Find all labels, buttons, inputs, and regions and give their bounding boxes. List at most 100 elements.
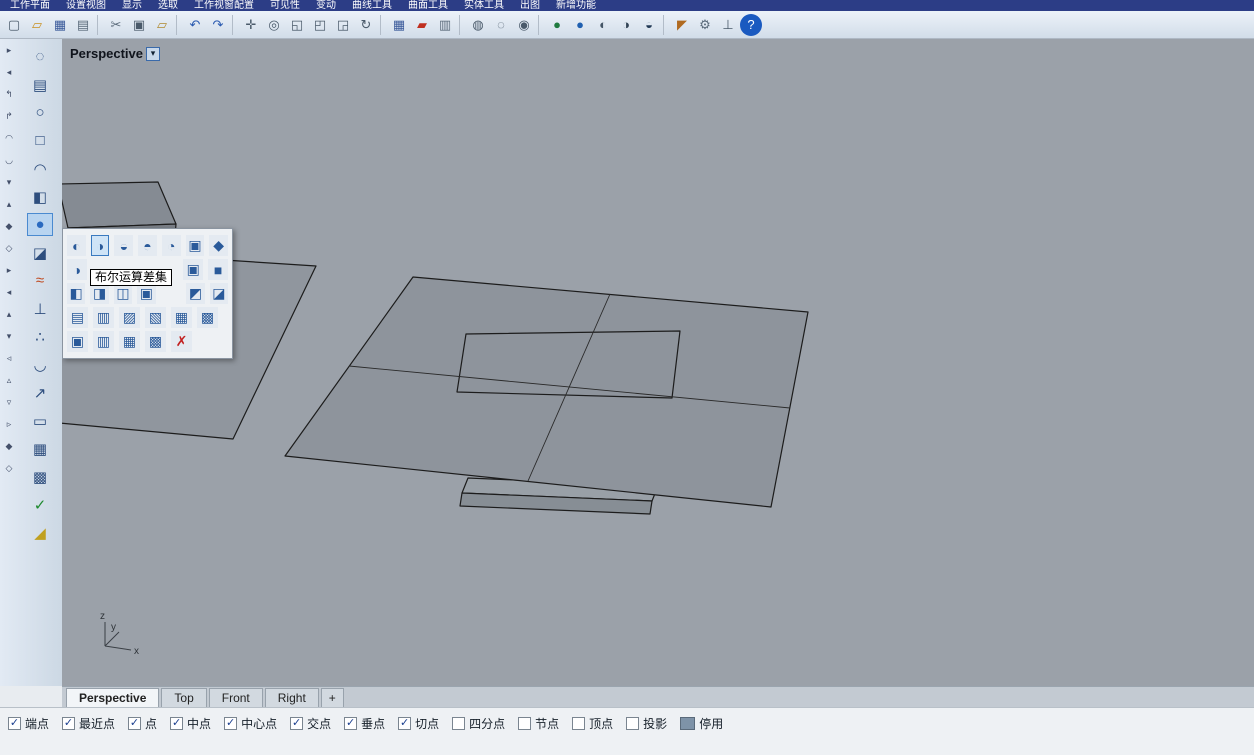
extract-face-icon[interactable]: ◪ [210,283,228,304]
mini-tool-icon[interactable]: ▸ [2,264,16,277]
rectangle-tool-icon[interactable]: □ [27,129,53,152]
mini-tool-icon[interactable]: ↰ [2,88,16,101]
viewport-tab-front[interactable]: Front [209,688,263,707]
solid-tool-icon[interactable]: ● [27,213,53,236]
plane-tool-icon[interactable]: ◪ [27,241,53,264]
hide-object-icon[interactable]: ◌ [490,14,512,36]
menu-item[interactable]: 出图 [520,0,540,11]
boolean-split-icon[interactable]: ◓ [138,235,157,256]
osnap-toggle[interactable]: 顶点 [572,715,613,732]
solid-union-cube-icon[interactable]: ▣ [67,331,88,352]
shell-solid-icon[interactable]: ▤ [67,307,88,328]
osnap-checkbox[interactable]: ✓ [170,717,183,730]
help-icon[interactable]: ? [740,14,762,36]
grid-points-tool-icon[interactable]: ▩ [27,465,53,488]
menu-item[interactable]: 曲面工具 [408,0,448,11]
viewport-tab-perspective[interactable]: Perspective [66,688,159,707]
rotate-view-icon[interactable]: ↻ [355,14,377,36]
mini-tool-icon[interactable]: ◆ [2,440,16,453]
mini-tool-icon[interactable]: ▵ [2,374,16,387]
mini-tool-icon[interactable]: ◂ [2,286,16,299]
chamfer-edge-icon[interactable]: ◩ [186,283,204,304]
osnap-checkbox[interactable]: ✓ [344,717,357,730]
cap-planar-holes-icon[interactable]: ▣ [186,235,205,256]
array-grid-icon[interactable]: ▩ [145,331,166,352]
cut-icon[interactable]: ✂ [105,14,127,36]
boolean-difference-variant-icon[interactable]: ◑ [67,259,87,280]
osnap-toggle[interactable]: 节点 [518,715,559,732]
perspective-viewport[interactable]: zyx Perspective ▾ ◐◑◒◓◔▣◆◑▣■◧◨◫▣◩◪▤▥▨▧▦▩… [62,39,1254,686]
mini-tool-icon[interactable]: ▾ [2,330,16,343]
menu-item[interactable]: 曲线工具 [352,0,392,11]
solid-diff-cube-icon[interactable]: ▥ [93,331,114,352]
menu-item[interactable]: 工作平面 [10,0,50,11]
mini-tool-icon[interactable]: ◠ [2,132,16,145]
curve-tool-icon[interactable]: ◠ [27,157,53,180]
osnap-checkbox[interactable]: ✓ [62,717,75,730]
menu-item[interactable]: 可见性 [270,0,300,11]
mini-tool-icon[interactable]: ▹ [2,418,16,431]
menu-item[interactable]: 实体工具 [464,0,504,11]
menu-item[interactable]: 变动 [316,0,336,11]
osnap-checkbox[interactable] [518,717,531,730]
mini-tool-icon[interactable]: ◃ [2,352,16,365]
osnap-checkbox[interactable]: ✓ [224,717,237,730]
osnap-checkbox[interactable] [452,717,465,730]
mini-tool-icon[interactable]: ◇ [2,242,16,255]
mini-tool-icon[interactable]: ▴ [2,198,16,211]
osnap-toggle[interactable]: ✓最近点 [62,715,115,732]
viewport-tab-top[interactable]: Top [161,688,206,707]
osnap-checkbox[interactable]: ✓ [8,717,21,730]
osnap-checkbox[interactable] [572,717,585,730]
menu-item[interactable]: 新增功能 [556,0,596,11]
zoom-selected-icon[interactable]: ◲ [332,14,354,36]
lock-object-icon[interactable]: ◉ [513,14,535,36]
main-plane-surface[interactable] [285,277,808,507]
wedge-icon[interactable]: ◆ [209,235,228,256]
osnap-checkbox[interactable]: ✓ [128,717,141,730]
measure-icon[interactable]: ◤ [671,14,693,36]
osnap-toggle[interactable]: ✓点 [128,715,157,732]
save-icon[interactable]: ▦ [49,14,71,36]
osnap-toggle[interactable]: ✓交点 [290,715,331,732]
extrude-face-along-path-icon[interactable]: ◨ [90,283,108,304]
control-points-tool-icon[interactable]: ▤ [27,73,53,96]
osnap-toggle[interactable]: 投影 [626,715,667,732]
open-file-icon[interactable]: ▱ [26,14,48,36]
move-face-icon[interactable]: ◫ [114,283,132,304]
check-tool-icon[interactable]: ✓ [27,493,53,516]
render-preview-icon[interactable]: ▰ [411,14,433,36]
menu-item[interactable]: 设置视图 [66,0,106,11]
osnap-checkbox[interactable]: ✓ [290,717,303,730]
surface-tool-icon[interactable]: ◧ [27,185,53,208]
wireframe-mode-icon[interactable]: ◒ [638,14,660,36]
options-gear-icon[interactable]: ⚙ [694,14,716,36]
scene-canvas[interactable]: zyx [62,39,1254,686]
back-box-top-face[interactable] [62,182,176,228]
copy-icon[interactable]: ▣ [128,14,150,36]
delete-solid-icon[interactable]: ✗ [171,331,192,352]
osnap-toggle[interactable]: ✓端点 [8,715,49,732]
curve-edit-tool-icon[interactable]: ≈ [27,269,53,292]
osnap-checkbox[interactable]: ✓ [398,717,411,730]
array-dots-icon[interactable]: ▦ [119,331,140,352]
extrude-face-icon[interactable]: ◧ [67,283,85,304]
arc-tool-icon[interactable]: ◡ [27,353,53,376]
osnap-disable-button[interactable]: 停用 [680,715,723,732]
pipe-tool-icon[interactable]: ▩ [197,307,218,328]
pan-view-icon[interactable]: ✛ [240,14,262,36]
shaded-mode-icon[interactable]: ● [569,14,591,36]
xray-mode-icon[interactable]: ◑ [615,14,637,36]
mini-tool-icon[interactable]: ◡ [2,154,16,167]
viewport-tab-right[interactable]: Right [265,688,319,707]
mini-tool-icon[interactable]: ▿ [2,396,16,409]
mini-tool-icon[interactable]: ▴ [2,308,16,321]
zoom-extents-icon[interactable]: ◰ [309,14,331,36]
boolean-difference-icon[interactable]: ◑ [91,235,110,256]
print-icon[interactable]: ▤ [72,14,94,36]
delete-tool-icon[interactable]: ◢ [27,521,53,544]
curve-boolean-icon[interactable]: ◍ [467,14,489,36]
menu-item[interactable]: 选取 [158,0,178,11]
viewport-menu-arrow-icon[interactable]: ▾ [146,47,160,61]
move-tool-icon[interactable]: ↗ [27,381,53,404]
